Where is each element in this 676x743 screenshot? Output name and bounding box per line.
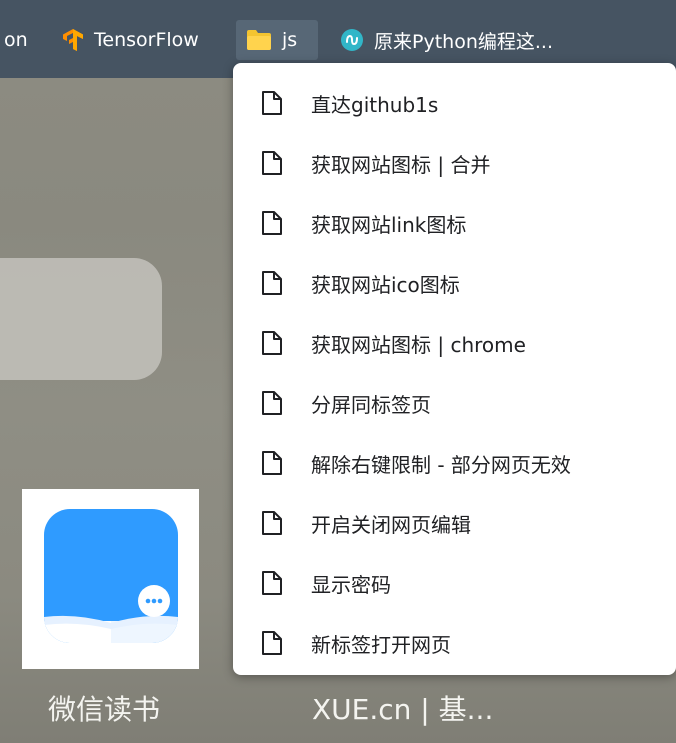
search-box[interactable] bbox=[0, 258, 162, 380]
menu-item-favicon-ico[interactable]: 获取网站ico图标 bbox=[233, 253, 676, 313]
menu-item-label: 分屏同标签页 bbox=[311, 392, 431, 417]
menu-item-label: 获取网站图标 | chrome bbox=[311, 332, 526, 357]
menu-item-label: 解除右键限制 - 部分网页无效 bbox=[311, 452, 571, 477]
page-icon bbox=[262, 511, 282, 535]
page-icon bbox=[262, 151, 282, 175]
menu-item-split-screen[interactable]: 分屏同标签页 bbox=[233, 373, 676, 433]
menu-item-open-in-new-tab[interactable]: 新标签打开网页 bbox=[233, 613, 676, 673]
bookmark-python-partial[interactable]: on bbox=[4, 20, 28, 60]
bookmark-folder-menu: 直达github1s 获取网站图标 | 合并 获取网站link图标 获取网站ic… bbox=[233, 63, 676, 675]
folder-icon bbox=[246, 29, 272, 51]
shortcut-tile-weread[interactable] bbox=[22, 489, 199, 669]
page-icon bbox=[262, 211, 282, 235]
menu-item-label: 获取网站图标 | 合并 bbox=[311, 152, 491, 177]
menu-item-label: 直达github1s bbox=[311, 92, 439, 117]
weread-app-icon bbox=[44, 509, 178, 647]
shortcut-label-xue: XUE.cn | 基... bbox=[312, 693, 494, 726]
menu-item-label: 开启关闭网页编辑 bbox=[311, 512, 471, 537]
page-icon bbox=[262, 391, 282, 415]
bookmark-python-article[interactable]: 原来Python编程这... bbox=[340, 20, 553, 60]
shortcut-label-weread: 微信读书 bbox=[48, 693, 161, 726]
bookmark-label: TensorFlow bbox=[94, 29, 199, 51]
menu-item-label: 获取网站link图标 bbox=[311, 212, 467, 237]
menu-item-toggle-edit[interactable]: 开启关闭网页编辑 bbox=[233, 493, 676, 553]
bookmark-label: on bbox=[4, 29, 28, 51]
page-icon bbox=[262, 451, 282, 475]
menu-item-github1s[interactable]: 直达github1s bbox=[233, 73, 676, 133]
bookmark-label: 原来Python编程这... bbox=[374, 30, 553, 53]
menu-item-show-password[interactable]: 显示密码 bbox=[233, 553, 676, 613]
page-icon bbox=[262, 91, 282, 115]
page-icon bbox=[262, 331, 282, 355]
bookmark-folder-js[interactable]: js bbox=[236, 20, 318, 60]
menu-item-label: 新标签打开网页 bbox=[311, 632, 451, 657]
bookmark-label: js bbox=[282, 29, 298, 51]
menu-item-label: 显示密码 bbox=[311, 572, 391, 597]
site-favicon-icon bbox=[340, 28, 364, 52]
page-icon bbox=[262, 271, 282, 295]
menu-item-unlock-right-click[interactable]: 解除右键限制 - 部分网页无效 bbox=[233, 433, 676, 493]
tensorflow-icon bbox=[62, 28, 84, 52]
menu-item-favicon-merge[interactable]: 获取网站图标 | 合并 bbox=[233, 133, 676, 193]
menu-item-label: 获取网站ico图标 bbox=[311, 272, 460, 297]
menu-item-favicon-link[interactable]: 获取网站link图标 bbox=[233, 193, 676, 253]
menu-item-favicon-chrome[interactable]: 获取网站图标 | chrome bbox=[233, 313, 676, 373]
page-icon bbox=[262, 571, 282, 595]
bookmark-tensorflow[interactable]: TensorFlow bbox=[62, 20, 199, 60]
page-icon bbox=[262, 631, 282, 655]
